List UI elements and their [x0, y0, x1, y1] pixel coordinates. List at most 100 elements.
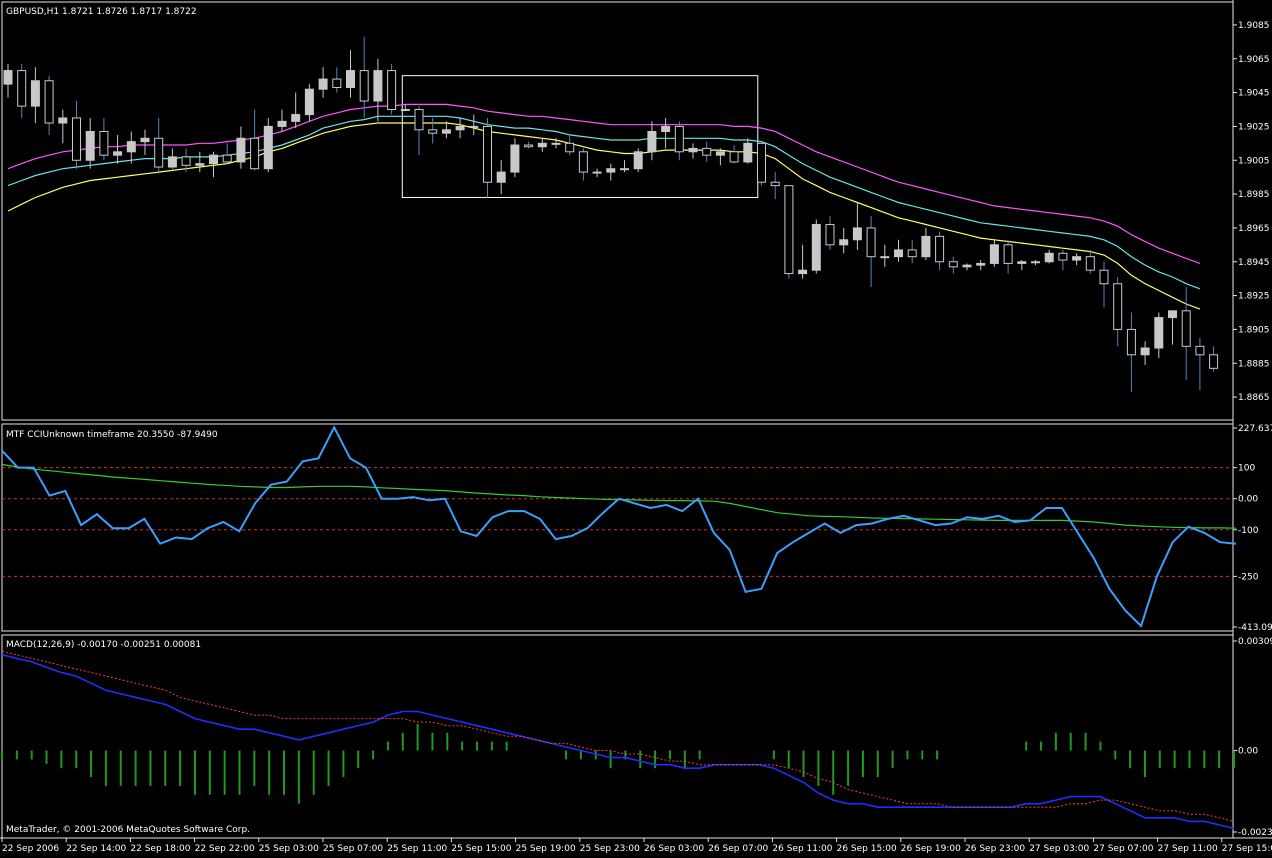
chart-background	[0, 0, 1272, 854]
chart-canvas[interactable]: 1.9085 1.9065 1.9045 1.9025 1.9005 1.8985 1.89…	[0, 0, 1272, 854]
candle-body	[524, 144, 534, 148]
price-tick-label: 1.9025	[1238, 122, 1270, 132]
price-tick-label: 1.8905	[1238, 325, 1270, 335]
candle-body	[318, 78, 328, 90]
candle-body	[277, 120, 287, 127]
candle-body	[989, 244, 999, 264]
candle-body	[85, 130, 95, 161]
candle-body	[1058, 252, 1068, 261]
price-tick-label: 1.9045	[1238, 89, 1270, 99]
candle-body	[1195, 345, 1205, 356]
candle-body	[647, 130, 657, 153]
candle-body	[469, 125, 479, 128]
candle-body	[99, 130, 109, 156]
price-tick-label: 1.8945	[1238, 258, 1270, 268]
cci-tick-label: -250	[1238, 572, 1259, 582]
time-tick-label: 25 Sep 19:00	[516, 844, 576, 854]
time-tick-label: 25 Sep 15:00	[451, 844, 511, 854]
candle	[263, 117, 273, 173]
candle	[784, 185, 794, 279]
time-tick-label: 27 Sep 11:00	[1158, 844, 1218, 854]
candle-body	[1017, 261, 1027, 264]
candle-body	[592, 171, 602, 174]
candle-body	[894, 249, 903, 258]
candle-body	[304, 88, 314, 116]
cci-tick-label: -413.09	[1238, 623, 1272, 633]
candle-body	[291, 114, 301, 122]
price-pane-title: GBPUSD,H1 1.8721 1.8726 1.8717 1.8722	[6, 7, 197, 17]
candle-body	[428, 129, 438, 134]
copyright-text: MetaTrader, © 2001-2006 MetaQuotes Softw…	[6, 825, 250, 835]
candle-body	[222, 154, 232, 163]
candle-body	[373, 70, 383, 102]
candle-body	[1031, 261, 1040, 264]
candle	[811, 219, 821, 274]
price-tick-label: 1.8865	[1238, 393, 1270, 403]
price-tick-label: 1.9085	[1238, 21, 1270, 31]
time-tick-label: 25 Sep 07:00	[323, 844, 383, 854]
candle-body	[72, 117, 81, 161]
time-tick-label: 22 Sep 18:00	[130, 844, 190, 854]
time-tick-label: 22 Sep 2006	[2, 844, 59, 854]
candle-body	[154, 137, 164, 168]
candle-body	[17, 70, 27, 107]
candle-body	[702, 147, 712, 156]
candle-body	[1140, 347, 1150, 356]
candle-body	[510, 144, 520, 173]
candle-body	[1044, 252, 1054, 263]
candle-body	[455, 125, 465, 131]
time-tick-label: 22 Sep 14:00	[66, 844, 126, 854]
candle-body	[209, 154, 218, 165]
candle-body	[880, 256, 890, 259]
candle-body	[1003, 244, 1013, 264]
candle-body	[250, 137, 260, 170]
candle-body	[441, 129, 451, 134]
time-tick-label: 27 Sep 15:00	[1222, 844, 1272, 854]
candle-body	[633, 151, 643, 170]
candle-body	[688, 147, 698, 153]
candle-body	[58, 117, 68, 124]
candle-body	[798, 269, 808, 275]
candle-body	[400, 109, 410, 111]
candle-body	[770, 181, 780, 187]
candle-body	[195, 163, 205, 166]
candle-body	[907, 249, 917, 258]
candle-body	[1154, 317, 1164, 349]
time-tick-label: 26 Sep 23:00	[965, 844, 1025, 854]
candle-body	[866, 227, 876, 258]
candle-body	[784, 185, 794, 275]
price-tick-label: 1.9005	[1238, 156, 1270, 166]
candle-body	[359, 70, 369, 102]
cci-tick-label: 227.637	[1238, 424, 1272, 434]
macd-pane-title: MACD(12,26,9) -0.00170 -0.00251 0.00081	[6, 640, 201, 650]
candle-body	[962, 264, 972, 268]
candle-body	[1072, 256, 1082, 261]
time-tick-label: 25 Sep 03:00	[259, 844, 319, 854]
candle-body	[3, 70, 13, 85]
candle-body	[674, 125, 684, 153]
candle-body	[1168, 310, 1177, 319]
candle	[757, 141, 766, 186]
price-tick-label: 1.8965	[1238, 224, 1270, 234]
candle-body	[811, 224, 821, 271]
candle-body	[661, 125, 671, 132]
time-tick-label: 26 Sep 07:00	[708, 844, 768, 854]
candle-body	[113, 151, 123, 156]
candle-body	[976, 262, 986, 266]
candle-body	[44, 80, 54, 124]
trading-chart[interactable]: 1.9085 1.9065 1.9045 1.9025 1.9005 1.8985 1.89…	[0, 0, 1272, 854]
candle-body	[948, 261, 958, 268]
macd-tick-label: -0.0023	[1238, 828, 1272, 838]
time-tick-label: 27 Sep 03:00	[1029, 844, 1089, 854]
time-tick-label: 22 Sep 22:00	[195, 844, 255, 854]
candle-body	[496, 171, 506, 183]
candle-body	[414, 109, 424, 131]
macd-tick-label: 0.00	[1238, 746, 1258, 756]
time-tick-label: 26 Sep 19:00	[901, 844, 961, 854]
candle-body	[729, 151, 739, 163]
price-tick-label: 1.8925	[1238, 292, 1270, 302]
candle-body	[483, 125, 492, 183]
candle-body	[332, 78, 342, 89]
candle-body	[715, 151, 725, 156]
macd-tick-label: 0.00309	[1238, 637, 1272, 647]
